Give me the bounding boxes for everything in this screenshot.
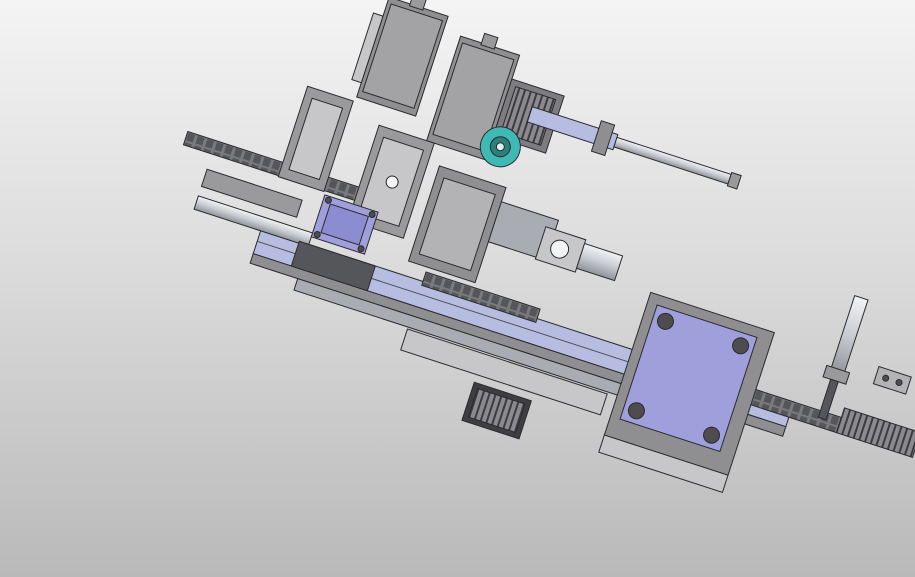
feeder-module-left[interactable]: [347, 0, 451, 117]
rotary-actuator[interactable]: [534, 226, 624, 285]
vertical-slide-1[interactable]: [277, 85, 354, 193]
pneumatic-cylinder-right[interactable]: [811, 294, 873, 422]
stepper-motor-bottom[interactable]: [461, 381, 532, 440]
mounting-bracket-small[interactable]: [872, 365, 912, 395]
machine-model-render[interactable]: [0, 0, 915, 577]
heat-sink-block[interactable]: [835, 407, 915, 458]
motor-plate-large[interactable]: [598, 291, 775, 493]
cad-viewport[interactable]: [0, 0, 915, 577]
